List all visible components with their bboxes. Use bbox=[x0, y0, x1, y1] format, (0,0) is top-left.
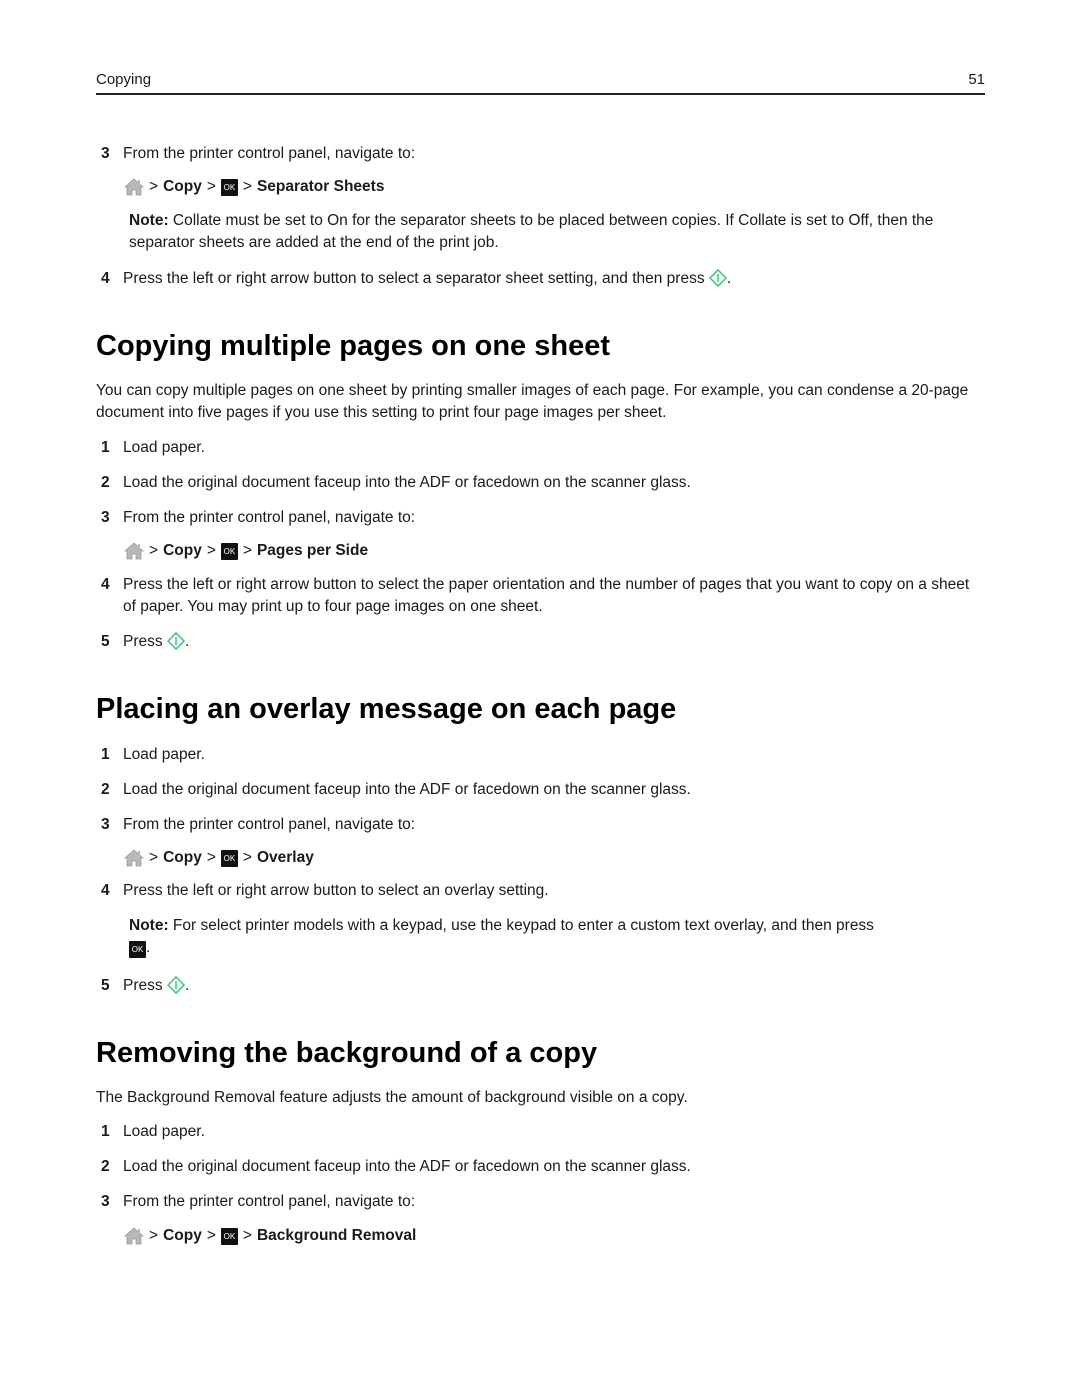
section-name: Copying bbox=[96, 71, 152, 88]
step-number: 1 bbox=[101, 439, 110, 456]
separator: > bbox=[149, 542, 159, 559]
section-heading: Copying multiple pages on one sheet bbox=[96, 330, 610, 362]
separator: > bbox=[149, 849, 159, 866]
separator: > bbox=[206, 542, 216, 559]
home-icon bbox=[124, 1227, 144, 1245]
nav-destination: Background Removal bbox=[256, 1227, 417, 1244]
step-text: Press the left or right arrow button to … bbox=[123, 268, 985, 290]
step-number: 3 bbox=[101, 816, 110, 833]
step-number: 4 bbox=[101, 882, 110, 899]
step-text: Load the original document faceup into t… bbox=[123, 474, 691, 491]
step-number: 5 bbox=[101, 977, 110, 994]
step-number: 2 bbox=[101, 781, 110, 798]
step-number: 2 bbox=[101, 1158, 110, 1175]
step-text: Press the left or right arrow button to … bbox=[123, 882, 549, 899]
page-number: 51 bbox=[968, 71, 985, 88]
nav-destination: Overlay bbox=[256, 849, 314, 866]
nav-copy: Copy bbox=[163, 542, 202, 559]
step-number: 4 bbox=[101, 576, 110, 593]
intro-paragraph: The Background Removal feature adjusts t… bbox=[96, 1089, 688, 1106]
step-number: 1 bbox=[101, 746, 110, 763]
step-text: Press . bbox=[123, 975, 985, 997]
step-text: From the printer control panel, navigate… bbox=[123, 509, 416, 526]
step-number: 5 bbox=[101, 633, 110, 650]
note: Note: For select printer models with a k… bbox=[129, 915, 985, 959]
ok-button-icon: OK bbox=[129, 941, 146, 958]
intro-paragraph: You can copy multiple pages on one sheet… bbox=[96, 382, 969, 421]
home-icon bbox=[124, 542, 144, 560]
step-text: Load paper. bbox=[123, 439, 205, 456]
punctuation: . bbox=[184, 633, 190, 650]
step-number: 3 bbox=[101, 1193, 110, 1210]
start-diamond-icon bbox=[167, 976, 185, 994]
separator: > bbox=[206, 849, 216, 866]
note-text: For select printer models with a keypad,… bbox=[168, 917, 874, 934]
page-header: Copying 51 bbox=[96, 70, 985, 95]
ok-button-icon: OK bbox=[220, 1227, 238, 1245]
punctuation: . bbox=[146, 939, 151, 956]
ok-button-icon: OK bbox=[220, 178, 238, 196]
note-label: Note: bbox=[129, 917, 169, 934]
navigation-path: > Copy > OK > Pages per Side bbox=[124, 540, 368, 562]
separator: > bbox=[206, 1227, 216, 1244]
home-icon bbox=[124, 178, 144, 196]
section-heading: Removing the background of a copy bbox=[96, 1037, 598, 1069]
separator: > bbox=[242, 1227, 252, 1244]
step-text: Press . bbox=[123, 631, 985, 653]
note-text: Collate must be set to On for the separa… bbox=[129, 212, 934, 251]
home-icon bbox=[124, 849, 144, 867]
note-label: Note: bbox=[129, 212, 169, 229]
step-text: From the printer control panel, navigate… bbox=[123, 145, 416, 162]
punctuation: . bbox=[184, 977, 190, 994]
separator: > bbox=[242, 178, 252, 195]
separator: > bbox=[206, 178, 216, 195]
separator: > bbox=[149, 178, 159, 195]
punctuation: . bbox=[726, 270, 732, 287]
step-number: 2 bbox=[101, 474, 110, 491]
step-text: Press the left or right arrow button to … bbox=[123, 576, 970, 615]
step-text: Load paper. bbox=[123, 1123, 205, 1140]
step-text: Load paper. bbox=[123, 746, 205, 763]
step-number: 3 bbox=[101, 145, 110, 162]
step-text-body: Press the left or right arrow button to … bbox=[123, 270, 709, 287]
separator: > bbox=[242, 849, 252, 866]
section-heading: Placing an overlay message on each page bbox=[96, 693, 677, 725]
step-text: Load the original document faceup into t… bbox=[123, 781, 691, 798]
nav-copy: Copy bbox=[163, 849, 202, 866]
start-diamond-icon bbox=[167, 632, 185, 650]
ok-button-icon: OK bbox=[220, 849, 238, 867]
step-number: 3 bbox=[101, 509, 110, 526]
nav-destination: Separator Sheets bbox=[256, 178, 385, 195]
separator: > bbox=[242, 542, 252, 559]
step-text-body: Press bbox=[123, 977, 167, 994]
step-number: 4 bbox=[101, 270, 110, 287]
navigation-path: > Copy > OK > Separator Sheets bbox=[124, 176, 384, 198]
nav-copy: Copy bbox=[163, 1227, 202, 1244]
navigation-path: > Copy > OK > Overlay bbox=[124, 847, 314, 869]
step-text: From the printer control panel, navigate… bbox=[123, 1193, 416, 1210]
start-diamond-icon bbox=[709, 269, 727, 287]
step-text-body: Press bbox=[123, 633, 167, 650]
ok-button-icon: OK bbox=[220, 542, 238, 560]
step-text: From the printer control panel, navigate… bbox=[123, 816, 416, 833]
step-number: 1 bbox=[101, 1123, 110, 1140]
nav-destination: Pages per Side bbox=[256, 542, 369, 559]
note: Note: Collate must be set to On for the … bbox=[129, 210, 985, 254]
navigation-path: > Copy > OK > Background Removal bbox=[124, 1225, 416, 1247]
step-text: Load the original document faceup into t… bbox=[123, 1158, 691, 1175]
separator: > bbox=[149, 1227, 159, 1244]
nav-copy: Copy bbox=[163, 178, 202, 195]
